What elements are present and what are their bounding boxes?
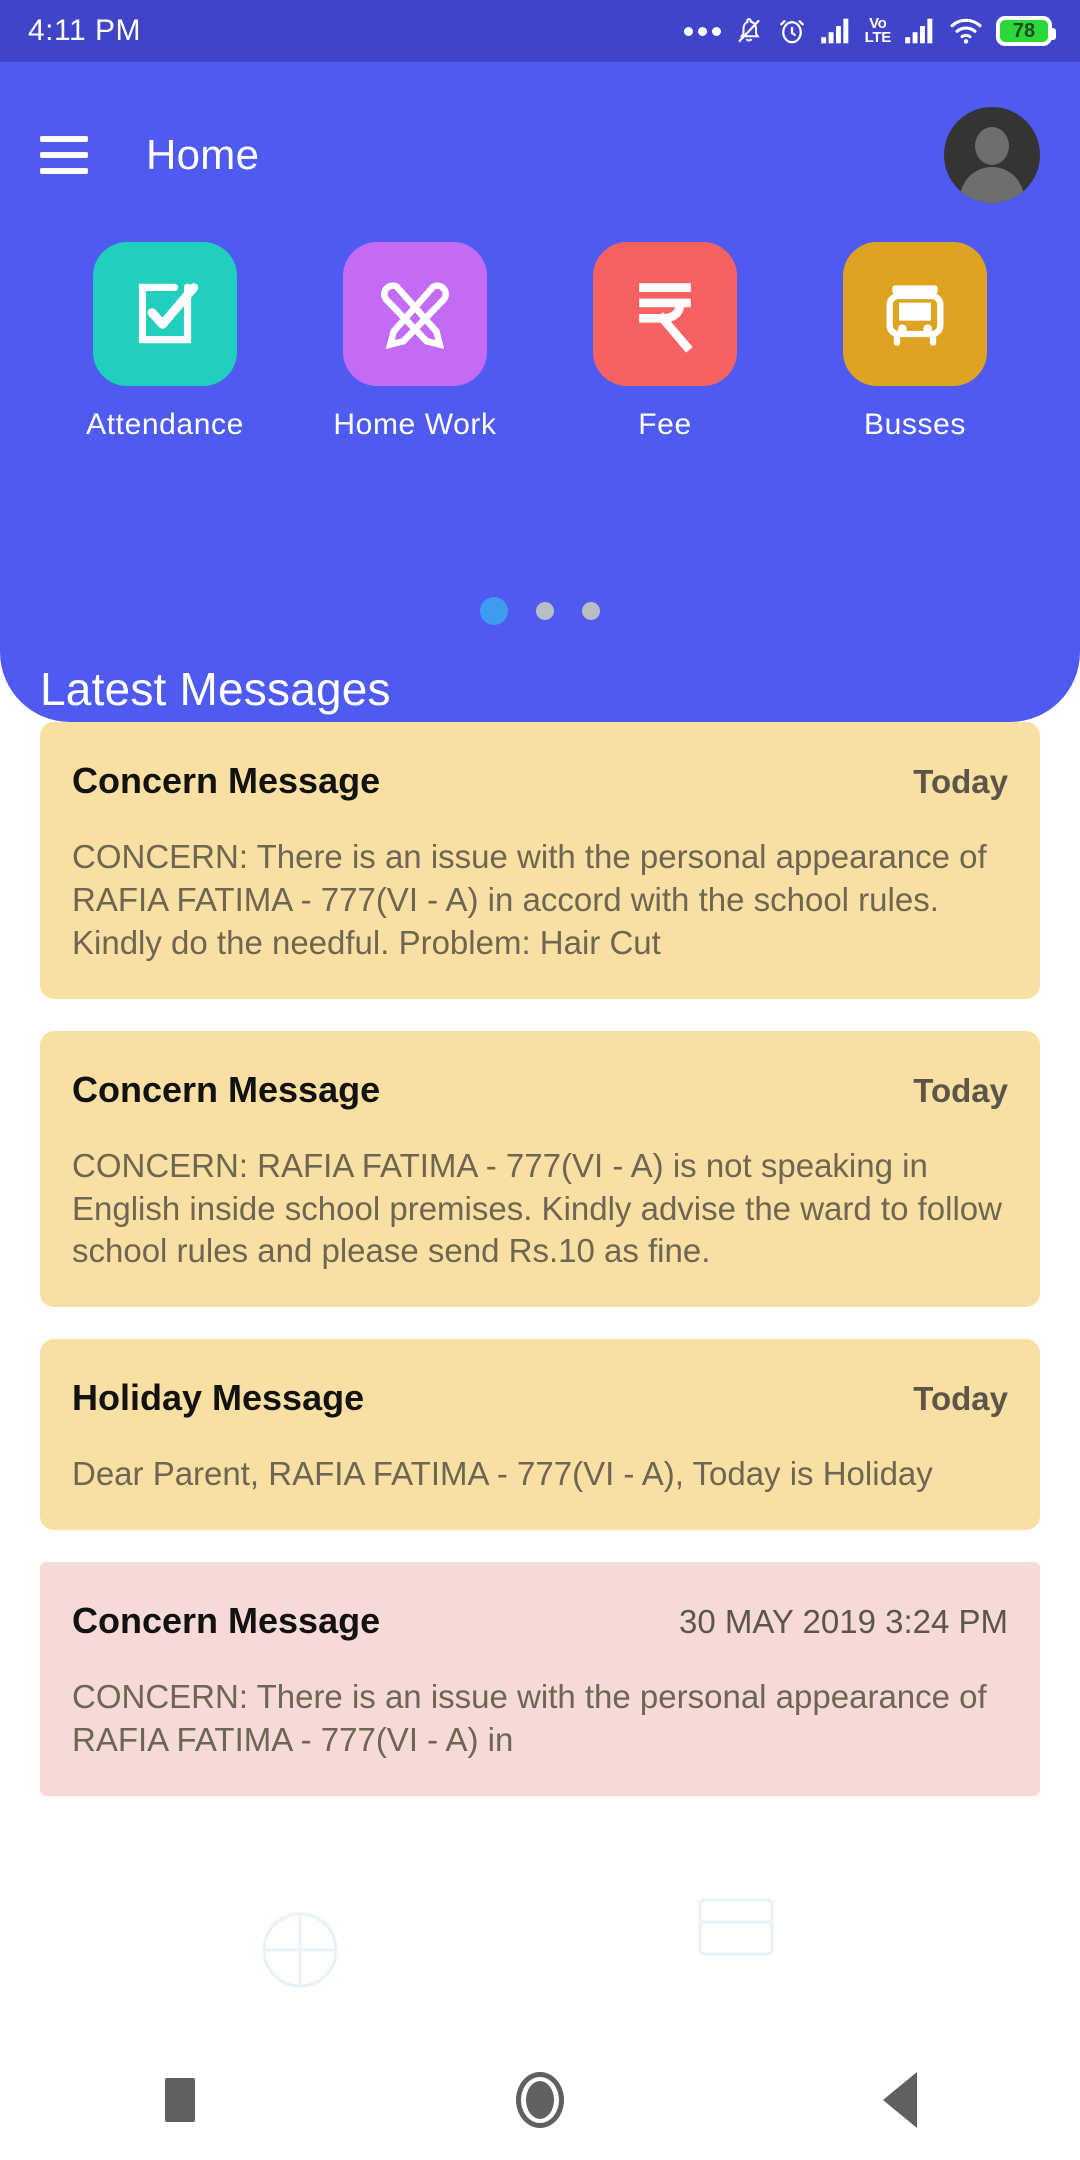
user-avatar-icon[interactable]	[944, 107, 1040, 203]
message-card-header: Concern Message Today	[72, 1069, 1008, 1111]
status-bar: 4:11 PM Vo LTE 78	[0, 0, 1080, 62]
hamburger-menu-icon[interactable]	[40, 136, 88, 174]
latest-messages-list: Concern Message Today CONCERN: There is …	[0, 722, 1080, 2040]
tile-attendance-label: Attendance	[86, 408, 244, 441]
tile-fee[interactable]: Fee	[540, 242, 790, 442]
checklist-icon	[138, 283, 199, 344]
tile-busses-box	[843, 242, 987, 386]
triangle-back-icon	[883, 2072, 917, 2128]
app-root: 4:11 PM Vo LTE 78 Home Attendance Home W…	[0, 0, 1080, 2160]
message-timestamp: Today	[913, 1380, 1008, 1418]
recents-button[interactable]	[120, 2040, 240, 2160]
carousel-dot-1[interactable]	[480, 597, 508, 625]
message-card[interactable]: Concern Message Today CONCERN: RAFIA FAT…	[40, 1030, 1040, 1308]
message-title: Concern Message	[72, 1600, 381, 1642]
home-button[interactable]	[480, 2040, 600, 2160]
carousel-dot-3[interactable]	[582, 602, 600, 620]
tile-home-work-label: Home Work	[333, 408, 497, 441]
message-body: Dear Parent, RAFIA FATIMA - 777(VI - A),…	[72, 1455, 933, 1493]
battery-percent-label: 78	[1012, 19, 1036, 42]
more-dots-icon	[683, 26, 721, 36]
carousel-dot-2[interactable]	[536, 602, 554, 620]
tile-home-work-box	[343, 242, 487, 386]
quick-action-tiles: Attendance Home Work Fee Busses	[0, 242, 1080, 442]
message-title: Holiday Message	[72, 1377, 365, 1419]
message-card[interactable]: Concern Message Today CONCERN: There is …	[40, 722, 1040, 999]
status-bar-clock: 4:11 PM	[28, 14, 141, 47]
pencil-icon	[381, 282, 449, 350]
rupee-icon	[639, 283, 693, 353]
alarm-clock-icon	[779, 20, 804, 44]
message-timestamp: 30 MAY 2019 3:24 PM	[679, 1603, 1008, 1641]
android-navigation-bar	[0, 2040, 1080, 2160]
tile-busses-label: Busses	[864, 408, 966, 441]
message-card[interactable]: Holiday Message Today Dear Parent, RAFIA…	[40, 1339, 1040, 1531]
message-title: Concern Message	[72, 1068, 381, 1110]
tile-home-work[interactable]: Home Work	[290, 242, 540, 442]
message-card-header: Concern Message 30 MAY 2019 3:24 PM	[72, 1600, 1008, 1642]
tile-attendance[interactable]: Attendance	[40, 242, 290, 442]
carousel-dots	[0, 597, 1080, 625]
tile-fee-label: Fee	[638, 408, 692, 441]
signal-bars-2-icon	[905, 18, 933, 44]
bell-muted-icon	[737, 18, 760, 43]
bus-icon	[886, 285, 944, 346]
volte-label-bottom: LTE	[864, 29, 892, 46]
tile-busses[interactable]: Busses	[790, 242, 1040, 442]
message-body: CONCERN: RAFIA FATIMA - 777(VI - A) is n…	[72, 1146, 1002, 1270]
latest-messages-heading: Latest Messages	[40, 663, 391, 715]
app-bar: Home	[0, 100, 1080, 210]
battery-icon: 78	[996, 16, 1056, 46]
message-title: Concern Message	[72, 760, 381, 801]
message-timestamp: Today	[913, 763, 1008, 800]
message-card-header: Holiday Message Today	[72, 1377, 1008, 1419]
message-timestamp: Today	[913, 1071, 1008, 1109]
signal-bars-icon	[820, 18, 848, 44]
wifi-icon	[950, 18, 982, 44]
status-bar-icons: Vo LTE 78	[683, 16, 1056, 46]
home-header-panel: Home Attendance Home Work Fee Busses Lat…	[0, 62, 1080, 722]
page-title: Home	[146, 131, 260, 178]
avatar-head	[975, 127, 1009, 165]
back-button[interactable]	[840, 2040, 960, 2160]
message-card[interactable]: Concern Message 30 MAY 2019 3:24 PM CONC…	[40, 1562, 1040, 1797]
message-body: CONCERN: There is an issue with the pers…	[72, 838, 987, 961]
message-card-header: Concern Message Today	[72, 760, 1008, 802]
volte-icon: Vo LTE	[864, 16, 892, 46]
tile-fee-box	[593, 242, 737, 386]
square-recents-icon	[165, 2078, 195, 2122]
tile-attendance-box	[93, 242, 237, 386]
message-body: CONCERN: There is an issue with the pers…	[72, 1678, 987, 1759]
avatar-body	[960, 167, 1024, 203]
circle-home-icon	[516, 2072, 564, 2128]
